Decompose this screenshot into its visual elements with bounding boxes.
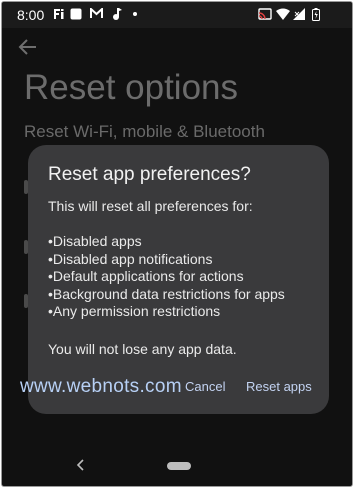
gmail-icon bbox=[90, 6, 103, 20]
preference-list: •Disabled apps •Disabled app notificatio… bbox=[48, 233, 285, 321]
status-time: 8:00 bbox=[17, 7, 45, 23]
battery-icon bbox=[312, 8, 320, 21]
list-item-text: Disabled apps bbox=[52, 233, 142, 249]
status-bar: 8:00 bbox=[2, 2, 352, 28]
back-arrow-icon[interactable] bbox=[18, 38, 38, 56]
list-item-text: Any permission restrictions bbox=[52, 303, 221, 320]
reset-app-preferences-dialog: Reset app preferences? This will reset a… bbox=[28, 145, 329, 414]
cancel-button[interactable]: Cancel bbox=[185, 379, 225, 394]
page-title: Reset options bbox=[24, 68, 239, 107]
fi-app-icon bbox=[53, 8, 65, 20]
reset-network-option[interactable]: Reset Wi-Fi, mobile & Bluetooth bbox=[24, 122, 265, 142]
list-item-text: Background data restrictions for apps bbox=[52, 285, 285, 302]
list-item: •Disabled apps bbox=[48, 233, 142, 249]
list-item: •Default applications for actions bbox=[48, 268, 244, 285]
nav-home-pill[interactable] bbox=[167, 462, 191, 470]
dialog-title: Reset app preferences? bbox=[48, 164, 251, 185]
list-item: •Any permission restrictions bbox=[48, 303, 221, 320]
square-app-icon bbox=[70, 8, 82, 20]
dialog-note: You will not lose any app data. bbox=[48, 341, 237, 357]
cast-icon bbox=[258, 8, 272, 20]
list-item-text: Disabled app notifications bbox=[52, 250, 213, 267]
dialog-intro: This will reset all preferences for: bbox=[48, 198, 253, 214]
phone-screen: 8:00 Reset options Reset Wi-Fi, mobile &… bbox=[1, 1, 353, 487]
nav-back-icon[interactable] bbox=[74, 457, 86, 473]
dot-icon bbox=[132, 8, 138, 20]
wifi-icon bbox=[276, 8, 290, 20]
watermark: www.webnots.com bbox=[20, 376, 182, 397]
reset-apps-button[interactable]: Reset apps bbox=[246, 379, 312, 394]
list-item: •Disabled app notifications bbox=[48, 250, 213, 267]
music-icon bbox=[112, 8, 122, 20]
signal-icon bbox=[293, 8, 305, 20]
list-item-text: Default applications for actions bbox=[52, 268, 244, 285]
list-item: •Background data restrictions for apps bbox=[48, 285, 285, 302]
